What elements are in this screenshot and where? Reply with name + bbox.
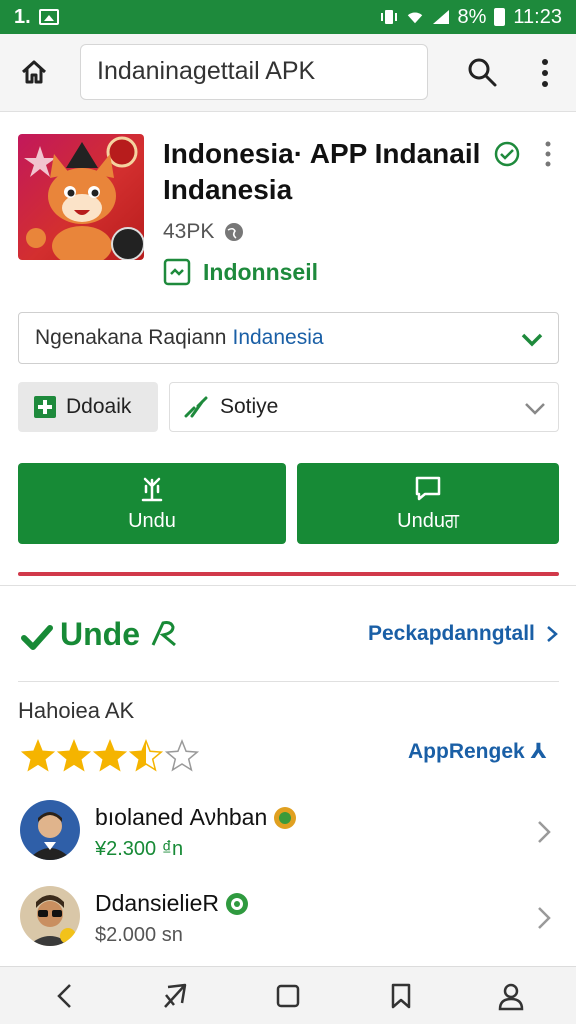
status-time: 11:23 (513, 5, 562, 28)
star-icon (92, 738, 128, 772)
status-bar: 1. 8% 11:23 (0, 0, 576, 34)
status-left-text: 1. (14, 5, 31, 28)
download-chip[interactable]: Ddoaik (18, 382, 158, 432)
bookmark-icon[interactable] (386, 981, 416, 1011)
share-icon[interactable] (160, 981, 190, 1011)
back-icon[interactable] (50, 981, 80, 1011)
sort-select[interactable]: Sotiye (169, 382, 559, 432)
badge-icon (226, 892, 249, 915)
developer-icon (163, 258, 191, 286)
chat-icon (415, 476, 441, 501)
list-item[interactable]: bıolaned Ανhban ¥2.300 ₫n (0, 796, 576, 874)
variant-select-highlight: Indanesia (232, 326, 324, 349)
bottom-nav-bar (0, 966, 576, 1024)
download-chip-label: Ddoaik (66, 395, 132, 418)
download-button-left[interactable]: Undu (18, 463, 286, 544)
developer-name: Indonnseil (203, 258, 318, 285)
developer-row[interactable]: Indonnseil (163, 258, 318, 286)
list-item[interactable]: DdansielieR $2.000 sn (0, 882, 576, 960)
section-link-label: Peckapdanngtall (368, 622, 535, 645)
item-name-row: bıolaned Ανhban (95, 804, 297, 831)
search-icon[interactable] (466, 56, 498, 88)
home-icon[interactable] (18, 56, 50, 88)
battery-text: 8% (457, 5, 487, 28)
app-bar: Indaninagettail APK (0, 34, 576, 112)
sort-label: Sotiye (220, 395, 279, 418)
section-link[interactable]: Peckapdanngtall (368, 622, 559, 646)
variant-select-text: Ngenakana Raqiann (35, 326, 227, 349)
item-name-row: DdansielieR (95, 890, 249, 917)
divider (0, 585, 576, 586)
chevron-down-icon (521, 333, 543, 347)
sort-icon (184, 396, 208, 418)
wifi-icon (407, 12, 422, 24)
app-title: Indonesia· APP Indanail Indanesia (163, 138, 481, 205)
search-input[interactable]: Indaninagettail APK (80, 44, 428, 100)
app-overflow-icon[interactable] (540, 140, 556, 168)
badge-icon (274, 806, 297, 829)
status-right: 8% 11:23 (380, 6, 562, 29)
download-button-left-label: Undu (128, 510, 176, 532)
rating-stars (20, 738, 200, 772)
fox-mascot-image (24, 136, 144, 260)
avatar (20, 800, 80, 860)
item-name: DdansielieR (95, 890, 220, 916)
star-icon (56, 738, 92, 772)
download-button-right-label: Unduਗ (397, 510, 459, 532)
ratings-link[interactable]: AppRengek ⅄ (408, 739, 546, 764)
variant-select[interactable]: Ngenakana Raqiann Indanesia (18, 312, 559, 364)
item-name: bıolaned Ανhban (95, 804, 268, 830)
home-square-icon[interactable] (273, 981, 303, 1011)
checkmark-icon (21, 625, 53, 650)
more-options-icon[interactable] (534, 56, 556, 90)
plant-icon (141, 477, 163, 502)
ratings-label: Hahoiea AK (18, 698, 135, 723)
status-left: 1. (14, 6, 59, 29)
section-glyph-icon (151, 621, 176, 647)
star-icon (128, 738, 164, 772)
item-price: ¥2.300 ₫n (95, 838, 184, 860)
avatar (20, 886, 80, 946)
profile-icon[interactable] (496, 981, 526, 1011)
app-icon (18, 134, 144, 260)
chevron-right-icon (547, 626, 558, 642)
chevron-right-icon (538, 907, 551, 929)
download-button-right[interactable]: Unduਗ (297, 463, 559, 544)
battery-icon (494, 8, 506, 26)
section-title-text: Unde (60, 616, 140, 652)
verified-badge-icon (494, 141, 520, 167)
progress-divider (18, 572, 559, 576)
star-icon (164, 738, 200, 772)
chevron-right-icon (538, 821, 551, 843)
plus-icon (34, 396, 56, 418)
divider (18, 681, 559, 682)
item-price: $2.000 sn (95, 924, 183, 946)
app-size: 43PK (163, 220, 215, 243)
vibrate-icon (380, 10, 397, 24)
chevron-down-icon (525, 403, 545, 415)
globe-icon (225, 223, 244, 241)
signal-icon (432, 10, 449, 24)
star-icon (20, 738, 56, 772)
app-size-row: 43PK (163, 220, 244, 244)
image-notification-icon (38, 9, 59, 25)
section-title: Unde (60, 616, 181, 653)
